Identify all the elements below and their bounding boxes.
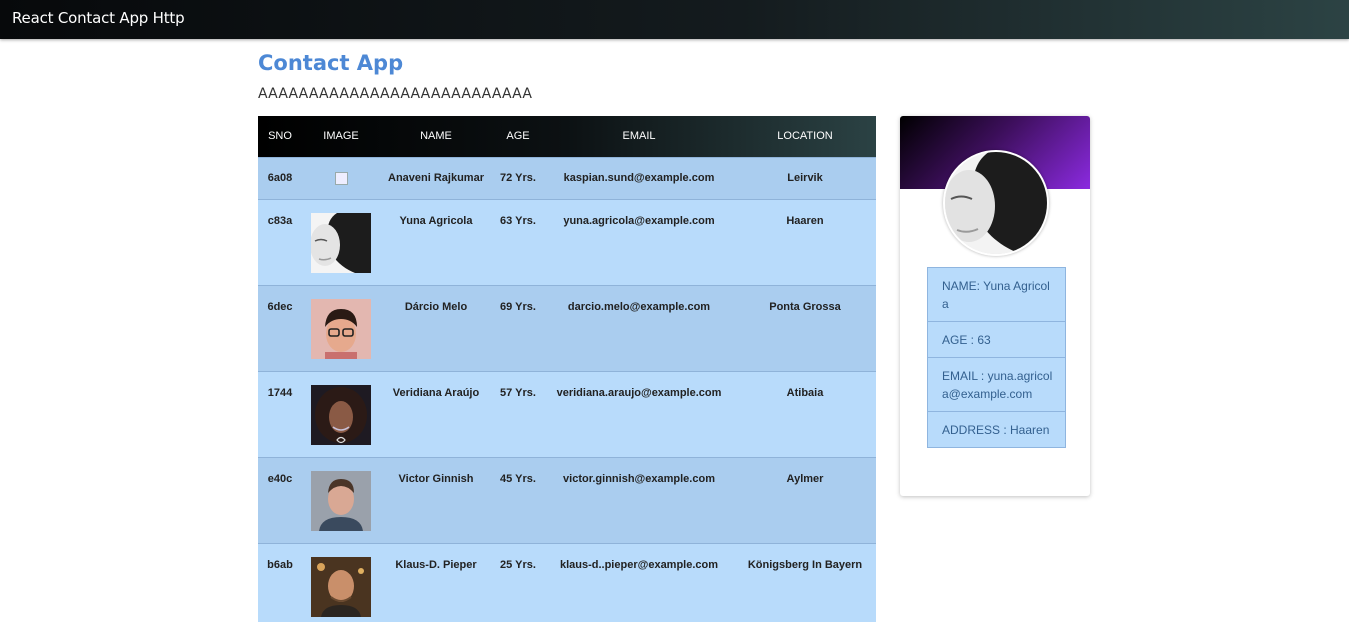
broken-image-icon xyxy=(334,172,348,185)
cell-location: Aylmer xyxy=(786,472,824,485)
cell-image xyxy=(302,457,380,543)
cell-sno: c83a xyxy=(267,214,293,227)
cell-age: 57 Yrs. xyxy=(500,386,536,399)
table-row[interactable]: 6a08 Anaveni Rajkumar 72 Yrs. kaspian.su… xyxy=(258,157,876,199)
header-sno: SNO xyxy=(268,130,292,143)
cell-age: 63 Yrs. xyxy=(500,214,536,227)
table-row[interactable]: e40c Victor Ginnish 45 Yrs. victor.ginni… xyxy=(258,457,876,543)
page-subtitle: AAAAAAAAAAAAAAAAAAAAAAAAAAA xyxy=(258,86,533,102)
cell-sno: e40c xyxy=(267,472,293,485)
man-glasses-photo xyxy=(311,298,371,359)
cell-sno: 6a08 xyxy=(267,172,293,184)
cell-location: Königsberg In Bayern xyxy=(747,558,863,571)
cell-image xyxy=(302,371,380,457)
card-avatar xyxy=(943,150,1049,256)
header-name: NAME xyxy=(420,130,452,143)
cell-name: Anaveni Rajkumar xyxy=(388,172,484,184)
cell-email: kaspian.sund@example.com xyxy=(563,172,715,184)
cell-age: 25 Yrs. xyxy=(500,558,536,571)
man-bald-photo xyxy=(311,556,371,617)
header-image: IMAGE xyxy=(323,130,359,143)
cell-image xyxy=(302,157,380,199)
page-title: Contact App xyxy=(258,51,404,75)
detail-age: AGE : 63 xyxy=(928,321,1065,357)
contacts-table-container: SNO IMAGE NAME AGE EMAIL LOCATION 6a08 A… xyxy=(258,116,876,622)
header-location: LOCATION xyxy=(777,130,833,143)
detail-address: ADDRESS : Haaren xyxy=(928,411,1065,447)
table-row[interactable]: 6dec Dárcio Melo 69 Yrs. darcio.melo@exa… xyxy=(258,285,876,371)
cell-location: Haaren xyxy=(786,214,824,227)
header-age: AGE xyxy=(506,130,530,143)
navbar-brand[interactable]: React Contact App Http xyxy=(12,9,185,27)
cell-name: Veridiana Araújo xyxy=(392,386,480,399)
cell-age: 69 Yrs. xyxy=(500,300,536,313)
cell-image xyxy=(302,285,380,371)
cell-sno: 6dec xyxy=(267,300,293,313)
cell-name: Klaus-D. Pieper xyxy=(395,558,477,571)
table-row[interactable]: c83a Yuna Agricola 63 Yrs. yuna.agricola… xyxy=(258,199,876,285)
cell-email: darcio.melo@example.com xyxy=(567,300,711,313)
contact-detail-card: NAME: Yuna Agricola AGE : 63 EMAIL : yun… xyxy=(900,116,1090,496)
navbar: React Contact App Http xyxy=(0,0,1349,39)
detail-email: EMAIL : yuna.agricola@example.com xyxy=(928,357,1065,411)
table-row[interactable]: b6ab Klaus-D. Pieper 25 Yrs. klaus-d..pi… xyxy=(258,543,876,622)
table-header-row: SNO IMAGE NAME AGE EMAIL LOCATION xyxy=(258,116,876,157)
cell-location: Atibaia xyxy=(786,386,824,399)
cell-location: Ponta Grossa xyxy=(769,300,841,313)
cell-age: 72 Yrs. xyxy=(500,172,536,184)
man-portrait-photo xyxy=(311,470,371,531)
cell-sno: 1744 xyxy=(267,386,293,399)
woman-curly-hair-photo xyxy=(311,384,371,445)
detail-name: NAME: Yuna Agricola xyxy=(928,268,1065,321)
cell-name: Dárcio Melo xyxy=(404,300,468,313)
cell-email: victor.ginnish@example.com xyxy=(563,472,715,485)
cell-location: Leirvik xyxy=(787,172,823,184)
cell-name: Yuna Agricola xyxy=(399,214,473,227)
cell-image xyxy=(302,199,380,285)
cell-name: Victor Ginnish xyxy=(398,472,474,485)
table-row[interactable]: 1744 Veridiana Araújo 57 Yrs. veridiana.… xyxy=(258,371,876,457)
cell-image xyxy=(302,543,380,622)
cell-age: 45 Yrs. xyxy=(500,472,536,485)
header-email: EMAIL xyxy=(622,130,656,143)
cell-email: yuna.agricola@example.com xyxy=(563,214,715,227)
woman-portrait-photo xyxy=(945,152,1047,254)
cell-email: klaus-d..pieper@example.com xyxy=(559,558,719,571)
contacts-table: SNO IMAGE NAME AGE EMAIL LOCATION 6a08 A… xyxy=(258,116,876,622)
cell-email: veridiana.araujo@example.com xyxy=(556,386,722,399)
woman-portrait-photo xyxy=(311,212,371,273)
contact-detail-list: NAME: Yuna Agricola AGE : 63 EMAIL : yun… xyxy=(927,267,1066,448)
cell-sno: b6ab xyxy=(267,558,293,571)
